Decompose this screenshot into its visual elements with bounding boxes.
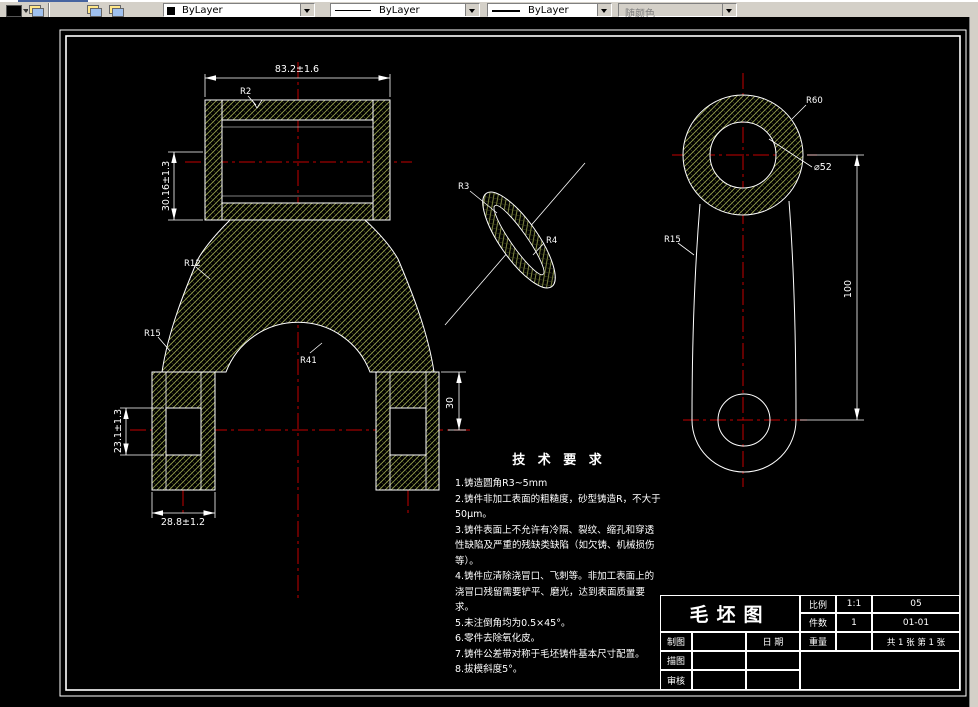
layer-control-label: ByLayer bbox=[182, 5, 223, 16]
titleblock-cell bbox=[692, 670, 746, 690]
drawing-area[interactable]: 83.2±1.6 30.16±1.3 23.1±1.3 28.8±1.2 30 … bbox=[0, 17, 970, 707]
dim-bore-height: 23.1±1.3 bbox=[113, 409, 124, 453]
dropdown-arrow-icon[interactable] bbox=[300, 4, 314, 16]
cad-window: ByLayer ByLayer ByLayer 随颜色 83.2±1.6 30.… bbox=[0, 0, 978, 707]
vertical-scrollbar[interactable] bbox=[969, 17, 978, 707]
checked-label: 审核 bbox=[660, 670, 692, 690]
title-block: 毛坯图 比例 1:1 05 件数 1 01-01 制图 日 期 重量 共 1 张… bbox=[660, 595, 960, 690]
layer-states-icon[interactable] bbox=[108, 4, 124, 17]
titleblock-cell bbox=[692, 651, 746, 670]
dim-left-height: 30.16±1.3 bbox=[161, 161, 172, 211]
qty-label: 件数 bbox=[800, 613, 836, 632]
color-swatch-button[interactable] bbox=[6, 5, 22, 17]
doc-no-top: 05 bbox=[872, 595, 960, 613]
titleblock-cell bbox=[746, 651, 800, 670]
plotstyle-dropdown[interactable]: 随颜色 bbox=[618, 3, 737, 20]
linetype-label: ByLayer bbox=[379, 5, 420, 16]
layers-icon[interactable] bbox=[28, 4, 44, 17]
scale-value: 1:1 bbox=[836, 595, 872, 613]
dim-side-bore-dia: ⌀52 bbox=[814, 162, 832, 173]
radius-label: R41 bbox=[300, 356, 317, 366]
radius-label: R3 bbox=[458, 182, 469, 192]
radius-label: R12 bbox=[184, 259, 201, 269]
technical-requirements: 技 术 要 求 1.铸造圆角R3~5mm 2.铸件非加工表面的粗糙度，砂型铸造R… bbox=[455, 449, 663, 678]
front-view bbox=[151, 99, 586, 491]
titleblock-cell bbox=[746, 670, 800, 690]
radius-label: R2 bbox=[240, 87, 251, 97]
lineweight-dropdown[interactable]: ByLayer bbox=[487, 3, 612, 17]
tech-req-item: 4.铸件应清除浇冒口、飞刺等。非加工表面上的浇冒口残留需要铲平、磨光，达到表面质… bbox=[455, 571, 655, 613]
fork-body-section bbox=[161, 219, 435, 373]
toolbar-separator bbox=[48, 3, 50, 17]
layer-color-swatch-icon bbox=[167, 7, 175, 15]
qty-value: 1 bbox=[836, 613, 872, 632]
weight-label: 重量 bbox=[800, 632, 836, 651]
dim-side-height: 100 bbox=[843, 280, 854, 298]
traced-label: 描图 bbox=[660, 651, 692, 670]
titleblock-cell bbox=[800, 651, 960, 690]
layer-control-dropdown[interactable]: ByLayer bbox=[163, 3, 315, 17]
tech-req-item: 5.未注倒角均为0.5×45°。 bbox=[455, 617, 571, 629]
sheet-count: 共 1 张 第 1 张 bbox=[872, 632, 960, 651]
dim-right-offset: 30 bbox=[445, 397, 456, 409]
dropdown-arrow-icon[interactable] bbox=[465, 4, 479, 16]
scale-label: 比例 bbox=[800, 595, 836, 613]
dim-boss-width: 28.8±1.2 bbox=[161, 517, 205, 528]
date-label: 日 期 bbox=[746, 632, 800, 651]
titleblock-cell bbox=[692, 632, 746, 651]
linetype-dropdown[interactable]: ByLayer bbox=[330, 3, 480, 17]
tech-req-item: 1.铸造圆角R3~5mm bbox=[455, 478, 548, 489]
tech-req-item: 7.铸件公差带对称于毛坯铸件基本尺寸配置。 bbox=[455, 648, 645, 660]
lineweight-sample-icon bbox=[492, 10, 520, 12]
tech-req-item: 6.零件去除氧化皮。 bbox=[455, 633, 541, 644]
lineweight-label: ByLayer bbox=[528, 5, 569, 16]
tech-req-item: 2.铸件非加工表面的粗糙度，砂型铸造R，不大于50μm。 bbox=[455, 493, 661, 521]
radius-label: R60 bbox=[806, 96, 823, 106]
titleblock-cell bbox=[836, 632, 872, 651]
tech-req-item: 3.铸件表面上不允许有冷隔、裂纹、缩孔和穿透性缺陷及严重的残缺类缺陷（如欠铸、机… bbox=[455, 524, 655, 567]
dropdown-arrow-icon[interactable] bbox=[722, 4, 736, 16]
radius-label: R15 bbox=[664, 235, 681, 245]
drawing-title: 毛坯图 bbox=[660, 595, 800, 632]
right-boss-bore bbox=[389, 407, 427, 456]
tech-req-item: 8.拔模斜度5°。 bbox=[455, 664, 523, 675]
doc-no-bottom: 01-01 bbox=[872, 613, 960, 632]
dim-top-width: 83.2±1.6 bbox=[275, 64, 319, 75]
dropdown-arrow-icon[interactable] bbox=[597, 4, 611, 16]
radius-label: R4 bbox=[546, 236, 557, 246]
layer-properties-icon[interactable] bbox=[86, 4, 102, 17]
lever-body-outline bbox=[691, 200, 797, 473]
left-boss-bore bbox=[165, 407, 202, 456]
tech-req-title: 技 术 要 求 bbox=[512, 453, 606, 468]
drawn-label: 制图 bbox=[660, 632, 692, 651]
linetype-sample-icon bbox=[335, 10, 371, 11]
radius-label: R15 bbox=[144, 329, 161, 339]
